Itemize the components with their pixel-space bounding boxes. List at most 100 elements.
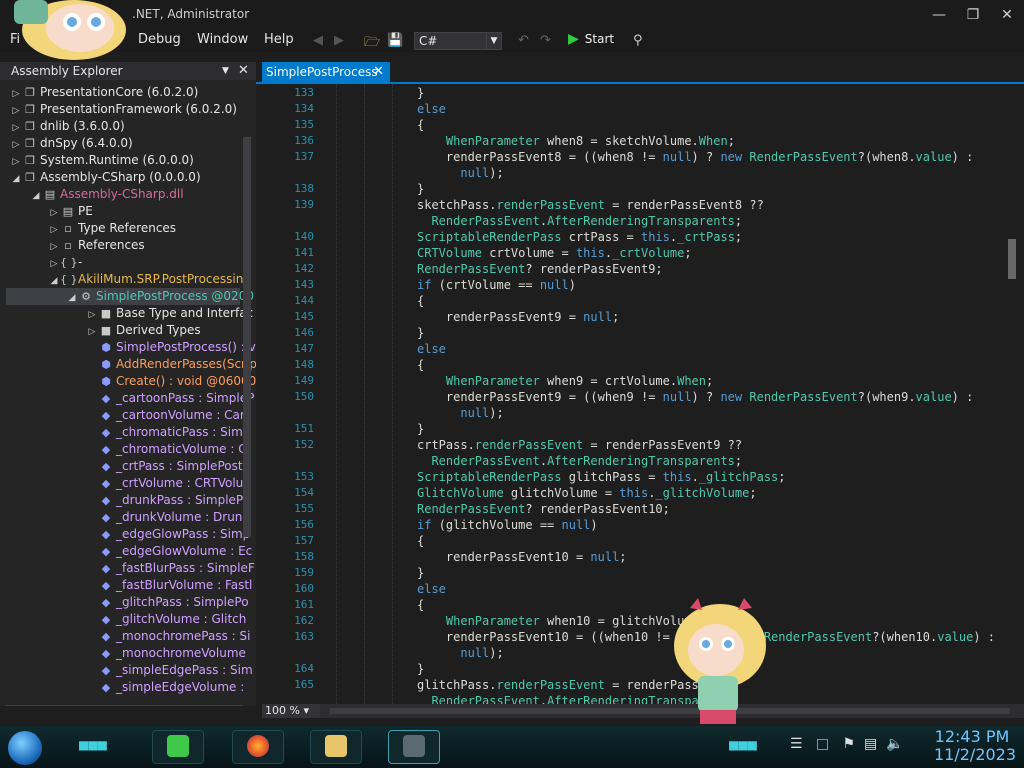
indent-guide: [364, 84, 365, 704]
undo-icon[interactable]: ↶: [518, 33, 529, 49]
tree-node-icon: ■: [100, 307, 112, 320]
title-bar: .NET, Administrator — ❐ ✕: [0, 0, 1024, 30]
close-icon[interactable]: ✕: [238, 63, 249, 78]
tree-item-namespace-akilimum[interactable]: ◢{ }AkiliMum.SRP.PostProcessing: [48, 271, 251, 288]
tree-item-field-22[interactable]: ◆ _crtPass : SimplePostP: [86, 458, 250, 475]
tree-item-field-32[interactable]: ◆ _monochromePass : Si: [86, 628, 251, 645]
close-tab-icon[interactable]: ✕: [373, 64, 384, 79]
tree-item-field-28[interactable]: ◆ _fastBlurPass : SimpleF: [86, 560, 255, 577]
taskbar-app-windows[interactable]: [388, 730, 440, 764]
close-window-button[interactable]: ✕: [994, 4, 1020, 26]
explorer-scrollbar[interactable]: [243, 137, 251, 537]
tree-item-field-30[interactable]: ◆ _glitchPass : SimplePo: [86, 594, 249, 611]
code-line: glitchPass.renderPassEvent = renderPassE: [417, 678, 707, 692]
tree-item-field-20[interactable]: ◆ _chromaticPass : Simp: [86, 424, 251, 441]
taskbar-clock[interactable]: 12:43 PM 11/2/2023: [934, 728, 1016, 764]
tree-item-assembly-csharp[interactable]: ◢ ❐ Assembly-CSharp (0.0.0.0): [10, 169, 201, 186]
line-number: [280, 646, 314, 662]
tree-item-add-render-passes[interactable]: ⬢ AddRenderPasses(Scrip: [86, 356, 256, 373]
tree-item-field-33[interactable]: ◆ _monochromeVolume: [86, 645, 246, 662]
tree-item-field-18[interactable]: ◆ _cartoonPass : SimpleP: [86, 390, 255, 407]
tree-item-class-simplepostprocess[interactable]: ◢ ⚙ SimplePostProcess @0200: [6, 288, 254, 307]
taskbar-app-notes[interactable]: [152, 730, 204, 764]
scrollbar-thumb[interactable]: [1008, 239, 1016, 279]
restore-button[interactable]: ❐: [960, 4, 986, 26]
tree-item-label: SimplePostProcess @0200: [96, 289, 254, 303]
tree-node-icon: ❐: [25, 86, 35, 99]
tree-item-label: dnlib (3.6.0.0): [40, 119, 125, 133]
tree-item-field-24[interactable]: ◆ _drunkPass : SimplePo: [86, 492, 250, 509]
tree-item-field-27[interactable]: ◆ _edgeGlowVolume : Ec: [86, 543, 253, 560]
expand-arrow-icon[interactable]: ◢: [10, 171, 22, 188]
tree-item-field-29[interactable]: ◆ _fastBlurVolume : Fastl: [86, 577, 253, 594]
line-number-gutter: 133 134 135 136 137 138 139 140 141 142 143 144 145 1…: [280, 84, 318, 704]
open-folder-icon[interactable]: 🗁: [364, 33, 380, 50]
menu-debug[interactable]: Debug: [138, 32, 181, 47]
tree-item-assembly-csharp-dll[interactable]: ◢ ▤ Assembly-CSharp.dll: [30, 186, 184, 203]
code-line: if (crtVolume == null): [417, 278, 576, 292]
tree-item-presentationframework[interactable]: ▷ ❐ PresentationFramework (6.0.2.0): [10, 101, 237, 118]
expand-arrow-icon[interactable]: ◢: [30, 188, 42, 205]
tree-item-dnspy[interactable]: ▷ ❐ dnSpy (6.4.0.0): [10, 135, 133, 152]
tree-item-references[interactable]: ▷ ▫ References: [48, 237, 145, 254]
tree-item-label: _monochromeVolume: [116, 646, 246, 660]
code-line: else: [417, 342, 446, 356]
tree-item-type-references[interactable]: ▷ ▫ Type References: [48, 220, 177, 237]
tree-node-icon: ◆: [101, 630, 111, 643]
volume-icon[interactable]: 🔈: [886, 736, 903, 752]
tree-node-icon: ▤: [62, 205, 74, 218]
back-icon[interactable]: ◀: [313, 33, 323, 49]
zoom-level-select[interactable]: 100 % ▾: [262, 704, 320, 718]
redo-icon[interactable]: ↷: [540, 33, 551, 49]
line-number: 144: [294, 294, 314, 307]
editor-vertical-scrollbar[interactable]: [1006, 84, 1018, 704]
taskbar-app-explorer[interactable]: [310, 730, 362, 764]
tree-item-field-21[interactable]: ◆ _chromaticVolume : C: [86, 441, 247, 458]
tree-item-ctor[interactable]: ⬢ SimplePostProcess() : v: [86, 339, 256, 356]
tree-item-pe[interactable]: ▷ ▤ PE: [48, 203, 93, 220]
tree-item-field-35[interactable]: ◆ _simpleEdgeVolume :: [86, 679, 245, 696]
tree-item-label: _glitchPass : SimplePo: [116, 595, 249, 609]
tree-item-presentationcore[interactable]: ▷ ❐ PresentationCore (6.0.2.0): [10, 84, 199, 101]
network-icon[interactable]: ▤: [864, 736, 877, 752]
expand-arrow-icon[interactable]: ◢: [66, 290, 78, 307]
language-value: C#: [419, 34, 438, 48]
tree-item-base-types[interactable]: ▷ ■ Base Type and Interfac: [86, 305, 254, 322]
code-line: {: [417, 118, 425, 132]
language-select[interactable]: C# ▼: [414, 32, 502, 50]
code-editor[interactable]: 133 134 135 136 137 138 139 140 141 142 143 144 145 1…: [280, 84, 1006, 704]
tree-item-system-runtime[interactable]: ▷ ❐ System.Runtime (6.0.0.0): [10, 152, 194, 169]
save-icon[interactable]: 💾: [387, 33, 403, 49]
tree-node-icon: ◆: [101, 596, 111, 609]
tree-item-field-34[interactable]: ◆ _simpleEdgePass : Sim: [86, 662, 253, 679]
tree-item-create[interactable]: ⬢ Create() : void @06000: [86, 373, 256, 390]
tree-node-icon: ❐: [25, 137, 35, 150]
tree-item-field-19[interactable]: ◆ _cartoonVolume : Cart: [86, 407, 250, 424]
tab-simplepostprocess[interactable]: SimplePostProcess ✕: [262, 62, 390, 82]
forward-icon[interactable]: ▶: [334, 33, 344, 49]
explorer-horizontal-scrollbar[interactable]: [6, 705, 242, 706]
tree-item-derived-types[interactable]: ▷ ■ Derived Types: [86, 322, 201, 339]
tree-item-field-26[interactable]: ◆ _edgeGlowPass : Simp: [86, 526, 251, 543]
app-tray-icon[interactable]: □: [816, 736, 829, 752]
chevron-down-icon[interactable]: ▼: [222, 66, 229, 76]
tree-item-namespace-empty[interactable]: ▷{ }-: [48, 254, 83, 271]
line-number: [280, 214, 314, 230]
tree-item-field-23[interactable]: ◆ _crtVolume : CRTVolur: [86, 475, 248, 492]
minimize-button[interactable]: —: [926, 4, 952, 26]
menu-window[interactable]: Window: [197, 32, 248, 47]
search-icon[interactable]: ⚲: [633, 33, 643, 49]
tree-item-dnlib[interactable]: ▷ ❐ dnlib (3.6.0.0): [10, 118, 125, 135]
start-button[interactable]: ▶ Start: [568, 31, 614, 47]
line-number: 165: [294, 678, 314, 691]
tree-item-field-31[interactable]: ◆ _glitchVolume : Glitch: [86, 611, 247, 628]
taskbar-app-firefox[interactable]: [232, 730, 284, 764]
start-orb-icon[interactable]: [8, 731, 42, 765]
code-line: WhenParameter when8 = sketchVolume.When;: [445, 134, 735, 148]
code-line: GlitchVolume glitchVolume = this._glitch…: [417, 486, 757, 500]
tree-node-icon: ◆: [101, 426, 111, 439]
action-center-icon[interactable]: ⚑: [843, 736, 856, 752]
keyboard-icon[interactable]: ☰: [790, 736, 803, 752]
menu-help[interactable]: Help: [264, 32, 294, 47]
tree-item-field-25[interactable]: ◆ _drunkVolume : Drunk: [86, 509, 250, 526]
